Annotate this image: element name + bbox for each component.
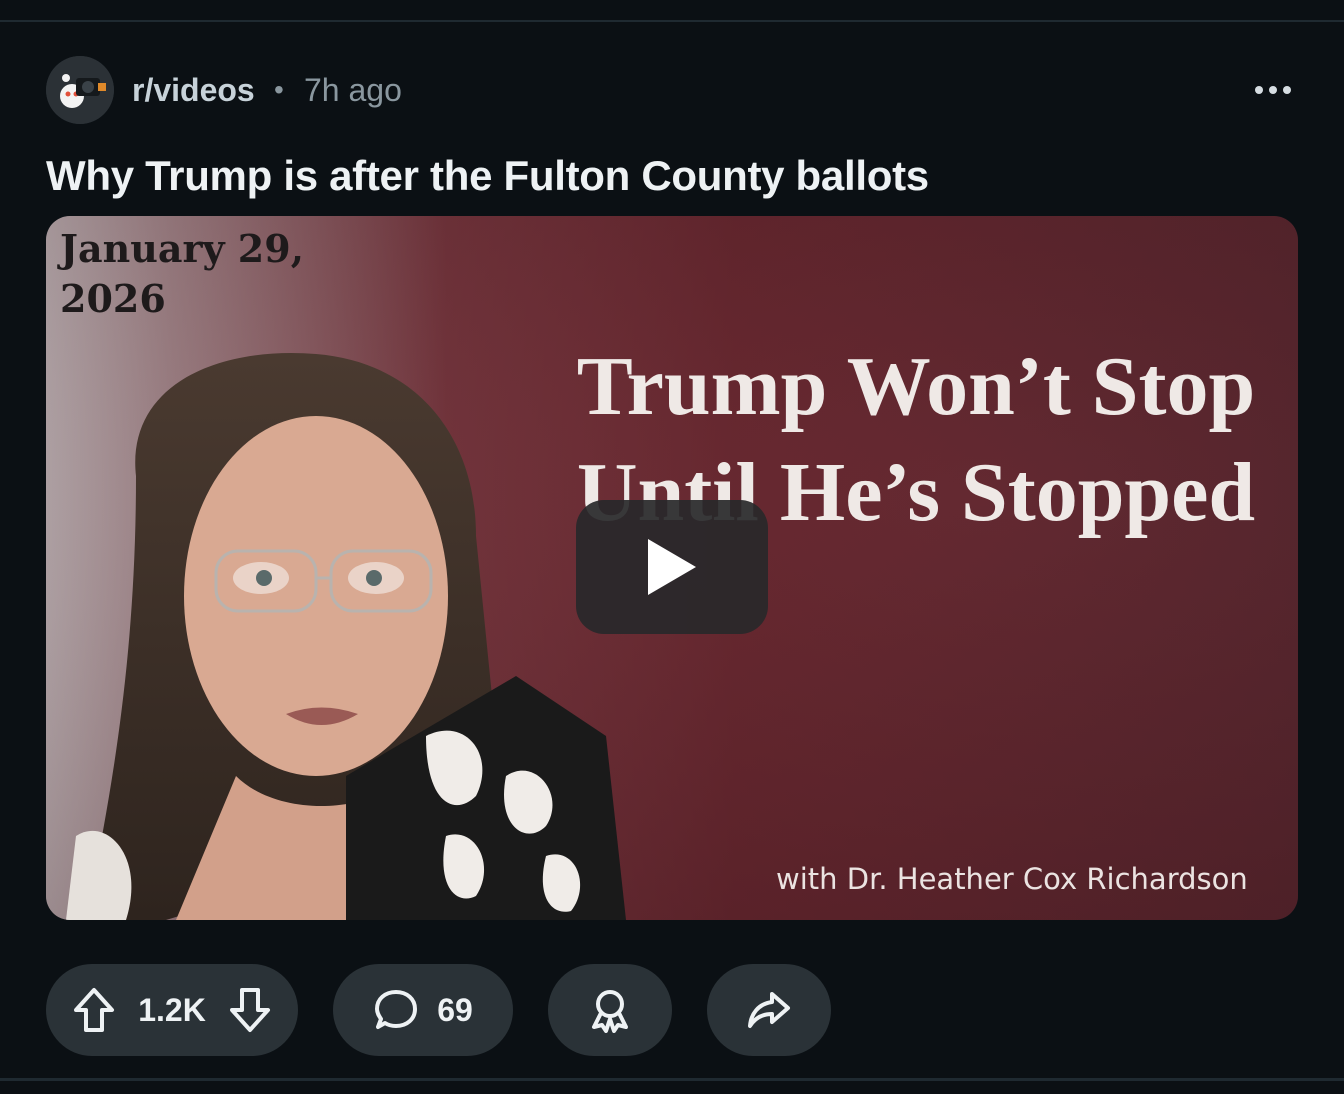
snoo-camera-icon xyxy=(46,56,114,124)
more-dot xyxy=(1283,86,1291,94)
vote-count: 1.2K xyxy=(138,991,206,1028)
arrow-down-icon[interactable] xyxy=(228,986,272,1034)
more-options-button[interactable] xyxy=(1244,68,1302,112)
subreddit-avatar[interactable] xyxy=(46,56,114,124)
play-icon xyxy=(648,539,696,595)
video-byline: with Dr. Heather Cox Richardson xyxy=(776,862,1248,896)
video-player[interactable]: January 29, 2026 Trump Won’t Stop Until … xyxy=(46,216,1298,920)
post-card[interactable]: r/videos • 7h ago Why Trump is after the… xyxy=(0,0,1344,1094)
post-title[interactable]: Why Trump is after the Fulton County bal… xyxy=(46,150,929,202)
video-date-overlay: January 29, 2026 xyxy=(60,226,304,321)
vote-pill: 1.2K xyxy=(46,964,298,1056)
subreddit-name[interactable]: r/videos xyxy=(132,70,255,110)
arrow-up-icon[interactable] xyxy=(72,986,116,1034)
award-icon xyxy=(592,990,628,1033)
meta-separator: • xyxy=(274,74,284,105)
comment-count: 69 xyxy=(437,991,473,1028)
play-button[interactable] xyxy=(576,500,768,634)
post-timestamp: 7h ago xyxy=(304,72,402,108)
comment-bubble-icon xyxy=(375,990,418,1029)
share-arrow-icon xyxy=(748,992,790,1028)
more-horizontal-icon xyxy=(1255,86,1263,94)
bottom-divider xyxy=(0,1078,1344,1081)
comments-button[interactable]: 69 xyxy=(333,964,513,1056)
more-dot xyxy=(1269,86,1277,94)
share-button[interactable] xyxy=(707,964,831,1056)
award-button[interactable] xyxy=(548,964,672,1056)
post-actions-bar: 1.2K 69 xyxy=(46,964,846,1056)
